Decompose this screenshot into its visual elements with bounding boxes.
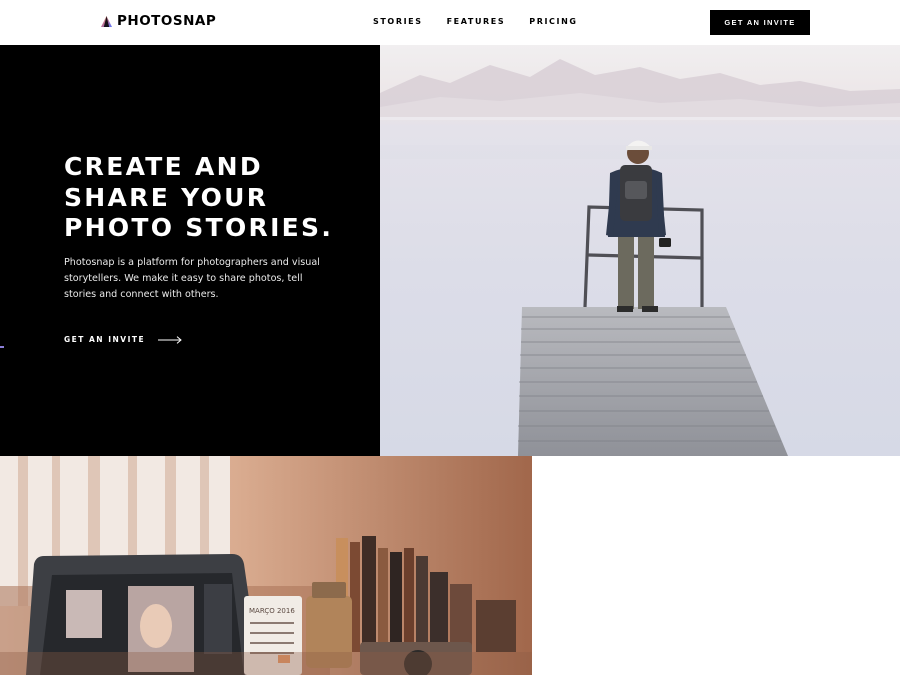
arrow-right-icon [158, 335, 182, 344]
hero-title: CREATE AND SHARE YOUR PHOTO STORIES. [64, 152, 334, 242]
hero-image [380, 45, 900, 456]
content-panel [532, 456, 900, 675]
hero-text-panel: CREATE AND SHARE YOUR PHOTO STORIES. Pho… [0, 45, 380, 456]
get-invite-button[interactable]: GET AN INVITE [710, 10, 810, 35]
nav-link-features[interactable]: FEATURES [447, 17, 506, 26]
site-header: PHOTOSNAP STORIES FEATURES PRICING GET A… [0, 0, 900, 45]
hero-section: CREATE AND SHARE YOUR PHOTO STORIES. Pho… [0, 45, 900, 456]
nav-link-stories[interactable]: STORIES [373, 17, 423, 26]
logo[interactable]: PHOTOSNAP [101, 13, 216, 29]
lake-pier-photo [380, 45, 900, 456]
feature-image: MARÇO 2016 [0, 456, 532, 675]
calendar-month-label: MARÇO 2016 [249, 607, 295, 615]
logo-text: PHOTOSNAP [117, 13, 217, 29]
desk-laptop-photo: MARÇO 2016 [0, 456, 532, 675]
main-nav: STORIES FEATURES PRICING [373, 17, 578, 26]
accent-line [0, 346, 4, 348]
hero-description: Photosnap is a platform for photographer… [64, 257, 320, 301]
logo-triangle-icon [101, 15, 112, 27]
hero-invite-link[interactable]: GET AN INVITE [64, 335, 182, 344]
hero-invite-label: GET AN INVITE [64, 335, 146, 344]
nav-link-pricing[interactable]: PRICING [529, 17, 577, 26]
